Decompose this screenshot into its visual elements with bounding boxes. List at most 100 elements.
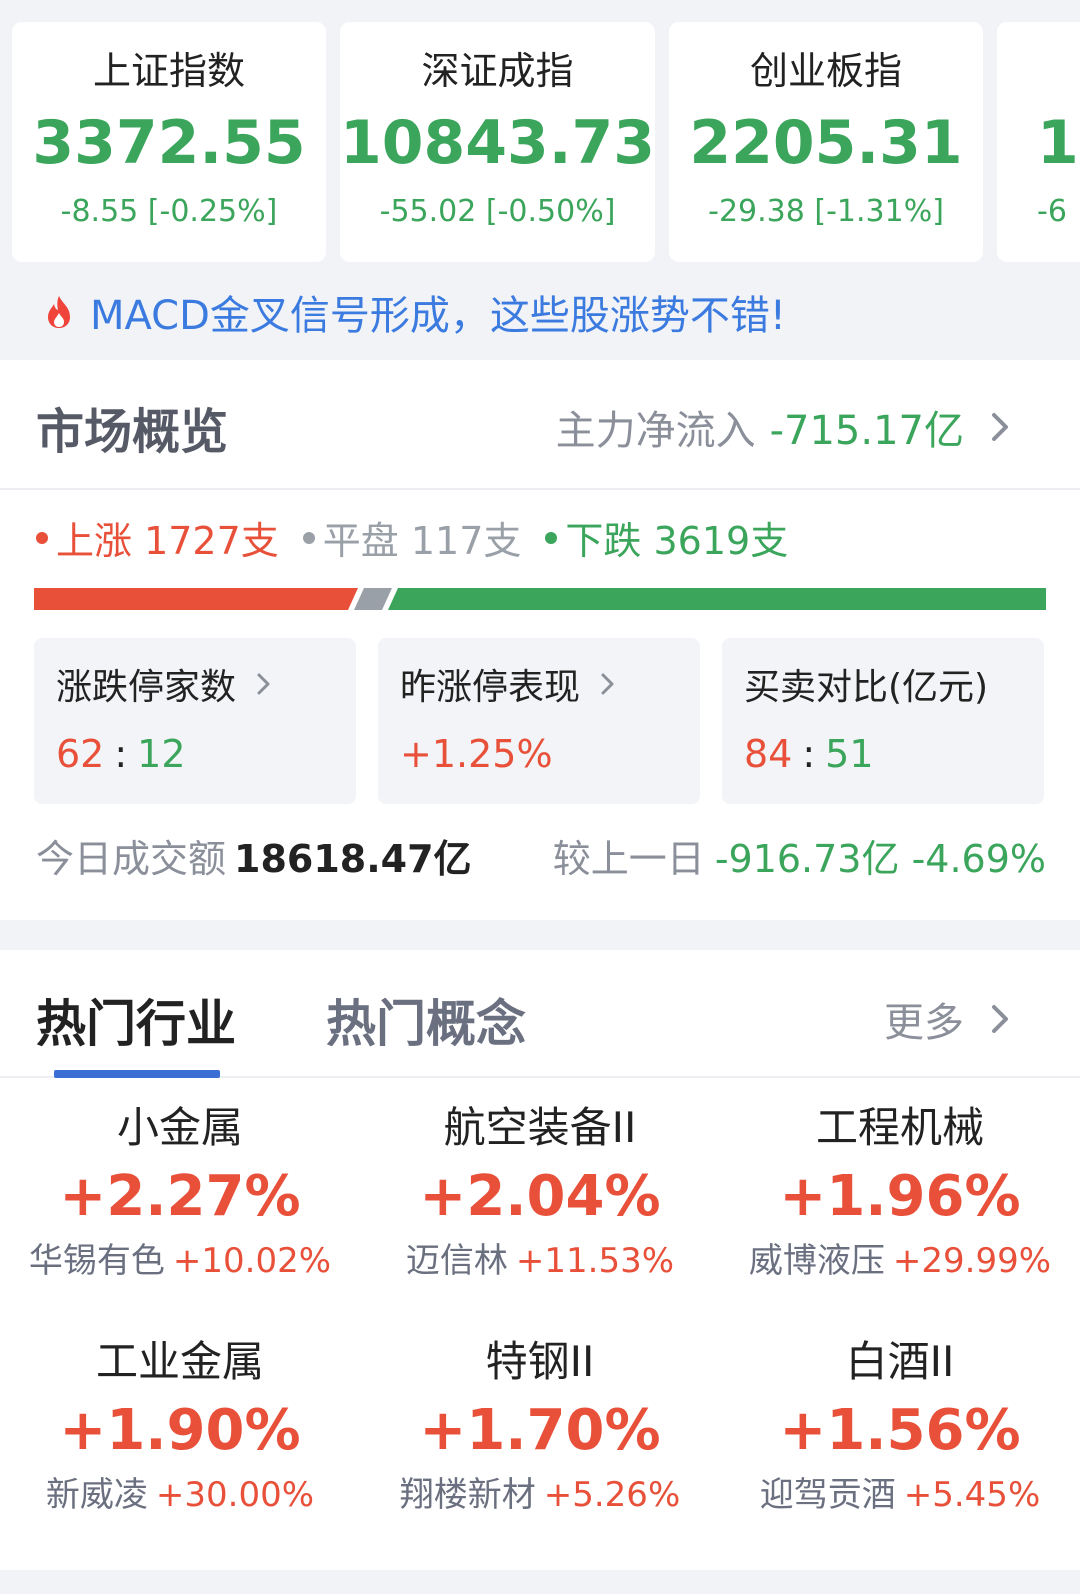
chevron-right-icon (992, 1005, 1008, 1033)
sector-leader: 华锡有色 +10.02% (0, 1238, 360, 1284)
index-change: -29.38 [-1.31%] (708, 194, 944, 229)
sector-pct: +1.70% (419, 1398, 661, 1463)
main-flow-link[interactable]: 主力净流入 -715.17亿 (556, 398, 1020, 456)
index-card-partial[interactable]: 1 -6 (997, 22, 1080, 262)
sector-grid: 小金属 +2.27% 华锡有色 +10.02% 航空装备II +2.04% 迈信林… (0, 1100, 1080, 1518)
leader-pct: +5.45% (903, 1475, 1041, 1515)
sector-name: 工程机械 (815, 1103, 984, 1152)
stat-cards: 涨跌停家数 62:12 昨涨停表现 +1.25% 买卖对比(亿元) 84: 5… (34, 638, 1044, 804)
sector-item[interactable]: 白酒II +1.56% 迎驾贡酒 +5.45% (720, 1334, 1080, 1518)
flat-count: 平盘 117支 (302, 510, 522, 565)
more-link[interactable]: 更多 (884, 990, 1020, 1048)
breadth-bar (34, 588, 1046, 610)
limit-up-count: 62 (56, 732, 105, 776)
promo-banner[interactable]: MACD金叉信号形成，这些股涨势不错! (44, 284, 786, 340)
tab-hot-concept[interactable]: 热门概念 (326, 984, 526, 1056)
ratio-sep: : (802, 732, 816, 776)
leader-name: 迎驾贡酒 (759, 1475, 896, 1515)
sector-item[interactable]: 工程机械 +1.96% 威博液压 +29.99% (720, 1100, 1080, 1284)
stat-title: 买卖对比(亿元) (744, 660, 1022, 708)
leader-pct: +10.02% (172, 1241, 332, 1281)
index-card-cyb[interactable]: 创业板指 2205.31 -29.38 [-1.31%] (669, 22, 984, 262)
down-dot (545, 531, 558, 544)
stat-value: 62:12 (56, 730, 334, 778)
flat-dot (302, 531, 315, 544)
stat-title-text: 买卖对比(亿元) (744, 667, 989, 708)
buy-sell-card[interactable]: 买卖对比(亿元) 84:51 (722, 638, 1044, 804)
stat-value: 84:51 (744, 730, 1022, 778)
promo-text: MACD金叉信号形成，这些股涨势不错! (90, 293, 786, 339)
bar-up (34, 588, 358, 610)
chevron-right-icon (257, 673, 270, 695)
chevron-right-icon (601, 673, 614, 695)
sector-item[interactable]: 航空装备II +2.04% 迈信林 +11.53% (360, 1100, 720, 1284)
stat-title-text: 涨跌停家数 (56, 667, 237, 708)
limit-up-down-card[interactable]: 涨跌停家数 62:12 (34, 638, 356, 804)
ratio-sep: : (114, 732, 128, 776)
compare-value: -916.73亿 -4.69% (714, 837, 1046, 881)
index-name: 上证指数 (92, 49, 245, 93)
index-change: -8.55 [-0.25%] (60, 194, 278, 229)
index-value: 1 (1037, 108, 1079, 178)
buy-value: 84 (744, 732, 793, 776)
leader-pct: +11.53% (515, 1241, 675, 1281)
sector-pct: +2.27% (59, 1164, 301, 1229)
index-value: 10843.73 (340, 108, 656, 178)
stat-title-text: 昨涨停表现 (400, 667, 581, 708)
limit-down-count: 12 (137, 732, 186, 776)
sector-leader: 迈信林 +11.53% (360, 1238, 720, 1284)
sector-leader: 新威凌 +30.00% (0, 1472, 360, 1518)
overview-title: 市场概览 (36, 404, 229, 460)
sector-tabs: 热门行业 热门概念 更多 (0, 950, 1080, 1078)
sector-name: 工业金属 (95, 1337, 264, 1386)
index-card-sh[interactable]: 上证指数 3372.55 -8.55 [-0.25%] (12, 22, 326, 262)
flow-value: -715.17亿 (769, 408, 964, 454)
index-name: 创业板指 (750, 49, 903, 93)
stat-title: 涨跌停家数 (56, 660, 334, 708)
sector-item[interactable]: 小金属 +2.27% 华锡有色 +10.02% (0, 1100, 360, 1284)
leader-name: 华锡有色 (28, 1241, 165, 1281)
leader-name: 新威凌 (45, 1475, 148, 1515)
up-count: 上涨 1727支 (36, 510, 279, 565)
sector-item[interactable]: 工业金属 +1.90% 新威凌 +30.00% (0, 1334, 360, 1518)
stat-title: 昨涨停表现 (400, 660, 678, 708)
fire-icon (48, 296, 70, 328)
down-label: 下跌 3619支 (565, 519, 789, 563)
flat-label: 平盘 117支 (322, 519, 522, 563)
sector-pct: +1.56% (779, 1398, 1021, 1463)
sector-leader: 威博液压 +29.99% (720, 1238, 1080, 1284)
more-label: 更多 (884, 1000, 964, 1046)
index-change: -55.02 [-0.50%] (379, 194, 616, 229)
sector-name: 特钢II (485, 1337, 595, 1386)
tab-underline (54, 1070, 220, 1078)
sector-leader: 翔楼新材 +5.26% (360, 1472, 720, 1518)
index-name (1037, 46, 1080, 96)
hot-sectors: 热门行业 热门概念 更多 小金属 +2.27% 华锡有色 +10.02% 航空装备… (0, 950, 1080, 1570)
tab-hot-industry[interactable]: 热门行业 (36, 984, 236, 1056)
index-name: 深证成指 (421, 49, 574, 93)
market-breadth: 上涨 1727支 平盘 117支 下跌 3619支 (36, 510, 788, 565)
sector-name: 白酒II (845, 1337, 955, 1386)
down-count: 下跌 3619支 (545, 510, 788, 565)
sell-value: 51 (825, 732, 874, 776)
sector-pct: +1.96% (779, 1164, 1021, 1229)
stat-value: +1.25% (400, 732, 553, 776)
leader-pct: +5.26% (543, 1475, 681, 1515)
sector-leader: 迎驾贡酒 +5.45% (720, 1472, 1080, 1518)
up-label: 上涨 1727支 (56, 519, 279, 563)
sector-name: 小金属 (116, 1103, 243, 1152)
index-card-sz[interactable]: 深证成指 10843.73 -55.02 [-0.50%] (340, 22, 656, 262)
turnover-row: 今日成交额 18618.47亿 较上一日 -916.73亿 -4.69% (36, 828, 1046, 883)
turnover-today: 今日成交额 18618.47亿 (36, 828, 472, 883)
leader-pct: +30.00% (155, 1475, 315, 1515)
yesterday-limit-card[interactable]: 昨涨停表现 +1.25% (378, 638, 700, 804)
index-strip[interactable]: 上证指数 3372.55 -8.55 [-0.25%] 深证成指 10843.7… (12, 22, 1080, 264)
sector-name: 航空装备II (443, 1103, 637, 1152)
flow-label: 主力净流入 (555, 408, 756, 454)
sector-item[interactable]: 特钢II +1.70% 翔楼新材 +5.26% (360, 1334, 720, 1518)
overview-header: 市场概览 主力净流入 -715.17亿 (0, 360, 1080, 490)
chevron-right-icon (992, 413, 1008, 441)
index-change: -6 (1037, 194, 1067, 229)
leader-name: 迈信林 (405, 1241, 508, 1281)
bar-flat (354, 588, 392, 610)
